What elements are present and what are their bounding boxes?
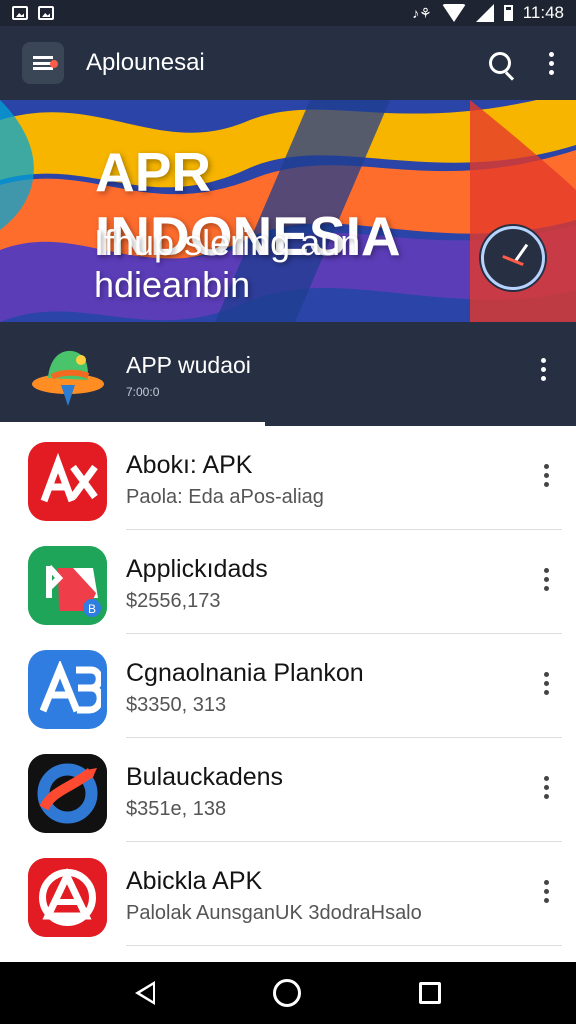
list-item[interactable]: Abickla APK Palolak AunsganUK 3dodraHsal… <box>0 842 576 946</box>
svg-text:B: B <box>88 602 96 616</box>
ab-icon <box>28 650 107 729</box>
folder-icon: B <box>28 546 107 625</box>
list-item[interactable]: Bulauckadens $351e, 138 <box>0 738 576 842</box>
navigation-bar <box>0 962 576 1024</box>
menu-button[interactable] <box>22 42 64 84</box>
triangle-icon <box>28 858 107 937</box>
recent-apps-icon[interactable] <box>419 982 441 1004</box>
app-title: Aplounesai <box>86 49 205 76</box>
hat-icon <box>32 350 104 406</box>
signal-icon <box>475 4 494 22</box>
more-vert-icon[interactable] <box>549 51 554 75</box>
item-subtitle: Paola: Eda aPos-aliag <box>126 486 324 508</box>
status-time: 11:48 <box>522 3 564 22</box>
section-more-icon[interactable] <box>541 358 546 381</box>
status-left-icons <box>12 6 54 20</box>
home-icon[interactable] <box>273 979 301 1007</box>
image-icon <box>38 6 54 20</box>
app-bar-actions <box>489 51 554 75</box>
swirl-icon <box>28 754 107 833</box>
item-title: Cgnaolnania Plankon <box>126 659 364 687</box>
section-title: APP wudaoi <box>126 352 251 378</box>
item-subtitle: $2556,173 <box>126 590 221 612</box>
divider <box>126 945 562 946</box>
gallery-icon <box>12 6 28 20</box>
item-title: Bulauckadens <box>126 763 284 791</box>
status-bar: ♪⚘ 11:48 <box>0 0 576 26</box>
item-more-icon[interactable] <box>544 776 549 799</box>
app-list: Abokı: APK Paola: Eda aPos-aliag B Appli… <box>0 426 576 962</box>
item-subtitle: $3350, 313 <box>126 694 227 716</box>
item-title: Applickıdads <box>126 555 268 583</box>
clock-icon <box>481 226 545 290</box>
item-title: Abickla APK <box>126 867 263 895</box>
wifi-icon <box>441 4 466 22</box>
item-more-icon[interactable] <box>544 880 549 903</box>
promo-banner[interactable]: APR INDONESIA Ifhup slering aun hdieanbi… <box>0 100 576 322</box>
ax-icon <box>28 442 107 521</box>
item-subtitle: $351e, 138 <box>126 798 227 820</box>
back-icon[interactable] <box>135 981 155 1005</box>
notification-dot <box>50 60 58 68</box>
search-icon[interactable] <box>489 52 511 74</box>
section-subtitle: 7:00:0 <box>126 385 160 399</box>
selected-app-header[interactable]: APP wudaoi 7:00:0 <box>0 322 576 426</box>
item-more-icon[interactable] <box>544 464 549 487</box>
item-more-icon[interactable] <box>544 568 549 591</box>
battery-icon <box>503 5 513 21</box>
status-right: ♪⚘ 11:48 <box>412 3 564 23</box>
app-bar: Aplounesai <box>0 26 576 100</box>
list-item[interactable]: B Applickıdads $2556,173 <box>0 530 576 634</box>
item-title: Abokı: APK <box>126 451 253 479</box>
list-item[interactable]: Abokı: APK Paola: Eda aPos-aliag <box>0 426 576 530</box>
banner-subtitle: Ifhup slering aun hdieanbin <box>94 222 361 305</box>
item-more-icon[interactable] <box>544 672 549 695</box>
item-subtitle: Palolak AunsganUK 3dodraHsalo <box>126 902 422 924</box>
list-item[interactable]: Cgnaolnania Plankon $3350, 313 <box>0 634 576 738</box>
status-mini-icons: ♪⚘ <box>412 4 432 21</box>
